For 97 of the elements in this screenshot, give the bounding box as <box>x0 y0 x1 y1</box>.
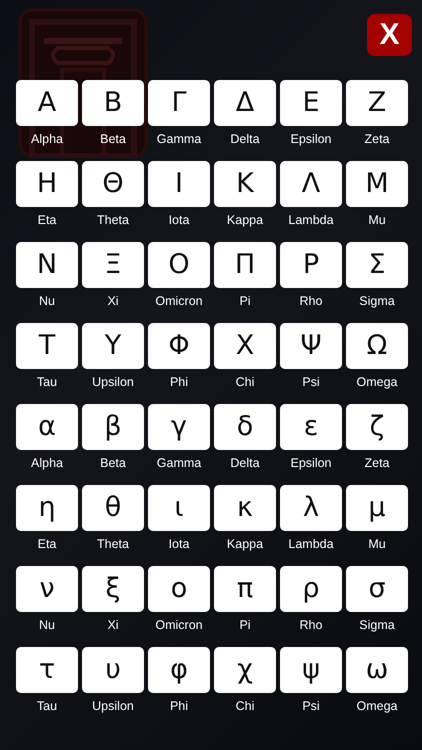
letter-name: Upsilon <box>92 375 134 389</box>
letter-name: Beta <box>100 456 126 470</box>
letter-name: Omega <box>356 375 398 389</box>
letter-tile[interactable]: γ <box>148 404 210 450</box>
letter-tile[interactable]: θ <box>82 485 144 531</box>
letter-name: Phi <box>170 699 188 713</box>
letter-name: Pi <box>239 618 251 632</box>
letter-name: Xi <box>107 618 119 632</box>
letter-name: Tau <box>36 699 58 713</box>
letter-name: Eta <box>38 213 56 227</box>
letter-tile[interactable]: Η <box>16 161 78 207</box>
letter-name: Psi <box>302 699 320 713</box>
letter-tile[interactable]: Σ <box>346 242 408 288</box>
letter-tile[interactable]: Ζ <box>346 80 408 126</box>
letter-name: Omicron <box>155 618 203 632</box>
letter-name: Kappa <box>226 537 264 551</box>
letter-name: Beta <box>100 132 126 146</box>
letter-name: Epsilon <box>290 456 332 470</box>
letter-name: Alpha <box>31 132 63 146</box>
letter-tile[interactable]: Λ <box>280 161 342 207</box>
letter-tile[interactable]: ρ <box>280 566 342 612</box>
letter-tile[interactable]: Ν <box>16 242 78 288</box>
letter-tile[interactable]: σ <box>346 566 408 612</box>
letter-tile[interactable]: η <box>16 485 78 531</box>
letter-tile[interactable]: β <box>82 404 144 450</box>
letter-name: Chi <box>236 375 254 389</box>
letter-name: Iota <box>168 213 190 227</box>
letter-name: Mu <box>368 213 386 227</box>
letter-name: Gamma <box>156 132 202 146</box>
letter-name: Pi <box>239 294 251 308</box>
letter-name: Omega <box>356 699 398 713</box>
letter-tile[interactable]: Φ <box>148 323 210 369</box>
letter-tile[interactable]: Δ <box>214 80 276 126</box>
letter-name: Zeta <box>364 456 390 470</box>
letter-tile[interactable]: μ <box>346 485 408 531</box>
letter-tile[interactable]: Β <box>82 80 144 126</box>
letter-name: Nu <box>39 618 55 632</box>
letter-name: Sigma <box>359 294 395 308</box>
letter-name: Lambda <box>288 213 334 227</box>
letter-name: Rho <box>300 294 322 308</box>
letter-tile[interactable]: Γ <box>148 80 210 126</box>
letter-name: Omicron <box>155 294 203 308</box>
letter-name: Psi <box>302 375 320 389</box>
letter-name: Upsilon <box>92 699 134 713</box>
letter-tile[interactable]: ν <box>16 566 78 612</box>
letter-tile[interactable]: τ <box>16 647 78 693</box>
letter-name: Zeta <box>364 132 390 146</box>
letter-tile[interactable]: π <box>214 566 276 612</box>
letter-name: Mu <box>368 537 386 551</box>
letter-name: Xi <box>107 294 119 308</box>
letter-tile[interactable]: Ι <box>148 161 210 207</box>
letter-tile[interactable]: Ε <box>280 80 342 126</box>
letter-tile[interactable]: Τ <box>16 323 78 369</box>
letter-tile[interactable]: Υ <box>82 323 144 369</box>
letter-tile[interactable]: Θ <box>82 161 144 207</box>
letter-tile[interactable]: ξ <box>82 566 144 612</box>
letter-name: Nu <box>39 294 55 308</box>
letter-name: Epsilon <box>290 132 332 146</box>
letter-name: Rho <box>300 618 322 632</box>
letter-tile[interactable]: Ξ <box>82 242 144 288</box>
letter-tile[interactable]: ε <box>280 404 342 450</box>
letter-tile[interactable]: ψ <box>280 647 342 693</box>
letter-tile[interactable]: φ <box>148 647 210 693</box>
letter-tile[interactable]: ο <box>148 566 210 612</box>
letter-tile[interactable]: Ω <box>346 323 408 369</box>
letter-name: Eta <box>38 537 56 551</box>
letter-name: Theta <box>97 213 129 227</box>
letter-name: Theta <box>97 537 129 551</box>
letter-name: Lambda <box>288 537 334 551</box>
letter-name: Phi <box>170 375 188 389</box>
letter-tile[interactable]: κ <box>214 485 276 531</box>
close-button[interactable]: X <box>367 14 412 56</box>
letter-name: Tau <box>36 375 58 389</box>
letter-tile[interactable]: λ <box>280 485 342 531</box>
letter-tile[interactable]: Ο <box>148 242 210 288</box>
letter-tile[interactable]: Π <box>214 242 276 288</box>
letter-name: Delta <box>230 132 260 146</box>
letter-name: Delta <box>230 456 260 470</box>
letter-tile[interactable]: χ <box>214 647 276 693</box>
letter-tile[interactable]: ζ <box>346 404 408 450</box>
letter-tile[interactable]: ι <box>148 485 210 531</box>
letter-name: Iota <box>168 537 190 551</box>
letter-tile[interactable]: Ρ <box>280 242 342 288</box>
letter-name: Sigma <box>359 618 395 632</box>
letter-tile[interactable]: α <box>16 404 78 450</box>
letter-tile[interactable]: Κ <box>214 161 276 207</box>
letter-tile[interactable]: Μ <box>346 161 408 207</box>
letter-tile[interactable]: υ <box>82 647 144 693</box>
letter-tile[interactable]: Χ <box>214 323 276 369</box>
letter-name: Alpha <box>31 456 63 470</box>
letter-tile[interactable]: Ψ <box>280 323 342 369</box>
letter-name: Kappa <box>226 213 264 227</box>
letter-name: Gamma <box>156 456 202 470</box>
letter-tile[interactable]: ω <box>346 647 408 693</box>
letter-tile[interactable]: Α <box>16 80 78 126</box>
letter-tile[interactable]: δ <box>214 404 276 450</box>
letter-name: Chi <box>236 699 254 713</box>
